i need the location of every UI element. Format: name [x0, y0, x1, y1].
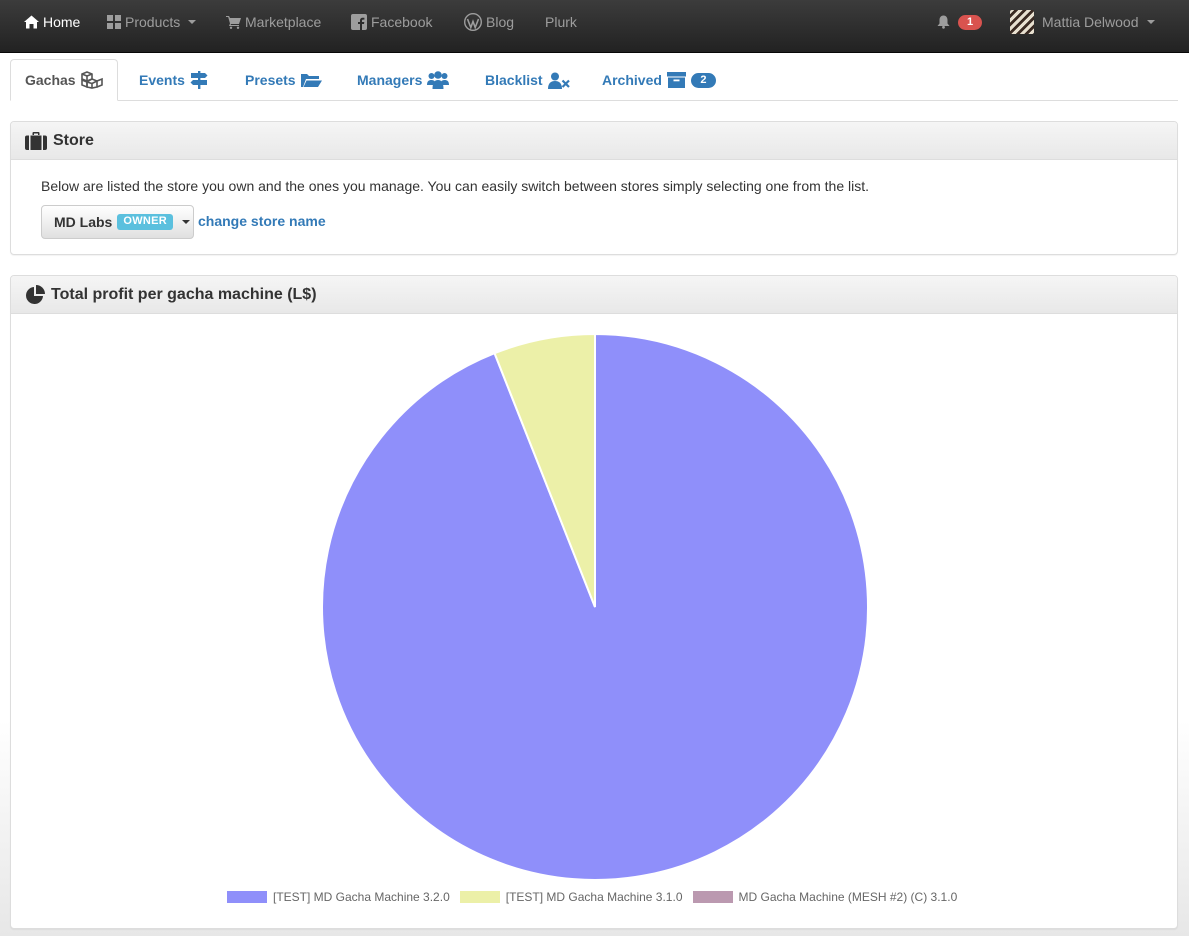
legend-label-1: [TEST] MD Gacha Machine 3.1.0: [505, 890, 683, 904]
legend-item-0[interactable]: [TEST] MD Gacha Machine 3.2.0: [227, 890, 450, 904]
nav-facebook-label: Facebook: [371, 14, 433, 30]
facebook-icon: [351, 14, 367, 30]
shopping-cart-icon: [226, 16, 241, 29]
cubes-icon: [80, 71, 103, 89]
store-panel-title: Store: [53, 131, 94, 149]
selected-store-name: MD Labs: [54, 214, 113, 230]
nav-blog[interactable]: Blog: [464, 0, 514, 44]
owner-label: OWNER: [117, 214, 174, 230]
tab-managers[interactable]: Managers: [357, 59, 450, 101]
user-name: Mattia Delwood: [1042, 14, 1139, 30]
pie-chart: [321, 332, 869, 881]
chart-panel: Total profit per gacha machine (L$) [TES…: [10, 275, 1178, 929]
legend-label-0: [TEST] MD Gacha Machine 3.2.0: [273, 890, 450, 904]
nav-marketplace-label: Marketplace: [245, 14, 322, 30]
notifications-badge: 1: [958, 14, 982, 30]
user-menu[interactable]: Mattia Delwood: [1010, 0, 1155, 44]
tab-gachas[interactable]: Gachas: [10, 59, 118, 101]
tab-bar: Gachas Events Presets Managers Blacklist…: [10, 59, 1178, 101]
bell-icon: [937, 15, 950, 29]
nav-plurk[interactable]: Plurk: [545, 0, 577, 44]
nav-home-label: Home: [43, 14, 81, 30]
nav-facebook[interactable]: Facebook: [351, 0, 432, 44]
tab-presets-label: Presets: [245, 72, 296, 88]
legend-swatch-0: [227, 891, 267, 903]
tab-blacklist-label: Blacklist: [485, 72, 543, 88]
tab-archived[interactable]: Archived 2: [602, 59, 716, 101]
tab-managers-label: Managers: [357, 72, 423, 88]
nav-products-label: Products: [125, 14, 181, 30]
chevron-down-icon: [182, 220, 191, 224]
store-description: Below are listed the store you own and t…: [41, 178, 870, 194]
nav-marketplace[interactable]: Marketplace: [226, 0, 321, 44]
chart-legend: [TEST] MD Gacha Machine 3.2.0 [TEST] MD G…: [227, 890, 957, 904]
chevron-down-icon: [1146, 20, 1155, 24]
nav-plurk-label: Plurk: [545, 14, 577, 30]
legend-swatch-1: [459, 891, 500, 903]
chevron-down-icon: [188, 20, 197, 24]
change-store-name-link[interactable]: change store name: [198, 213, 326, 229]
tab-gachas-label: Gachas: [25, 72, 76, 88]
folder-open-icon: [300, 74, 322, 87]
tab-events[interactable]: Events: [139, 59, 208, 101]
legend-label-2: MD Gacha Machine (MESH #2) (C) 3.1.0: [738, 890, 958, 904]
tab-archived-label: Archived: [602, 72, 662, 88]
store-panel-heading: Store: [11, 122, 1177, 160]
archived-count-badge: 2: [690, 72, 716, 88]
th-large-icon: [107, 15, 121, 29]
tab-events-label: Events: [139, 72, 185, 88]
home-icon: [24, 15, 39, 29]
store-select-dropdown[interactable]: MD Labs OWNER: [41, 205, 194, 239]
nav-blog-label: Blog: [486, 14, 515, 30]
legend-item-1[interactable]: [TEST] MD Gacha Machine 3.1.0: [459, 890, 683, 904]
nav-home[interactable]: Home: [24, 0, 80, 44]
nav-products[interactable]: Products: [107, 0, 197, 44]
legend-item-2[interactable]: MD Gacha Machine (MESH #2) (C) 3.1.0: [692, 890, 958, 904]
store-panel: Store Below are listed the store you own…: [10, 121, 1178, 255]
briefcase-icon: [25, 131, 47, 150]
legend-swatch-2: [692, 891, 733, 903]
users-icon: [427, 71, 450, 89]
tab-blacklist[interactable]: Blacklist: [485, 59, 570, 101]
signpost-icon: [190, 71, 208, 89]
wordpress-icon: [464, 13, 482, 31]
user-times-icon: [547, 72, 570, 89]
archive-icon: [666, 72, 686, 88]
notifications-button[interactable]: 1: [937, 0, 982, 44]
top-navbar: Home Products Marketplace Facebook Blog …: [0, 0, 1189, 53]
tab-presets[interactable]: Presets: [245, 59, 322, 101]
avatar: [1010, 10, 1034, 34]
